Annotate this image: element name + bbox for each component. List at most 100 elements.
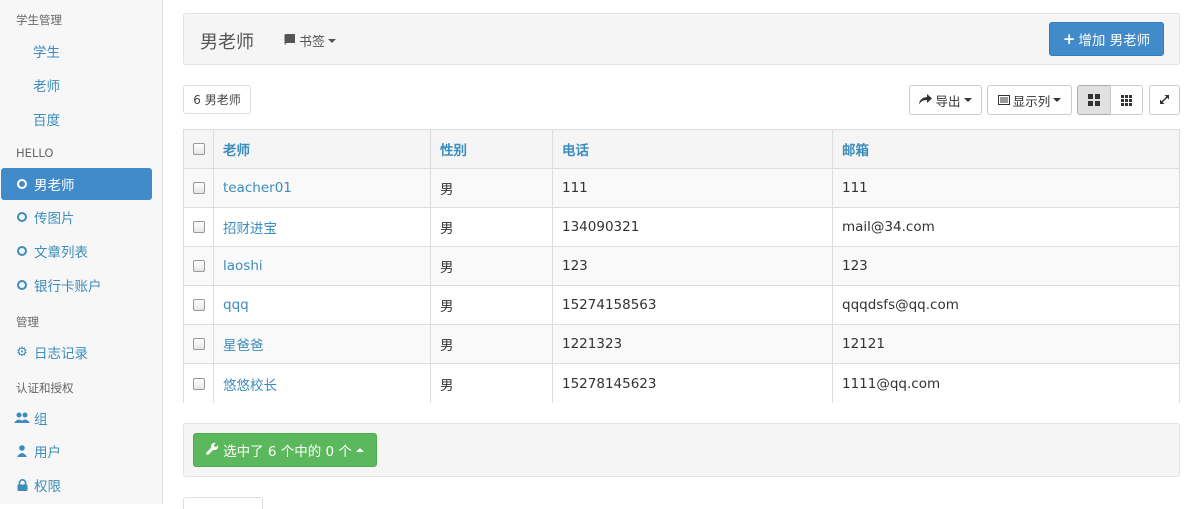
page-title: 男老师 [200, 32, 254, 53]
expand-icon [1159, 93, 1170, 108]
table-row: teacher01 男 111 111 [184, 169, 1179, 208]
phone-cell: 111 [553, 169, 833, 207]
sidebar-item-label: 用户 [34, 445, 61, 461]
circle-icon [14, 280, 30, 290]
table-header-row: 老师 性别 电话 邮箱 [184, 130, 1179, 169]
row-checkbox[interactable] [192, 338, 205, 350]
teacher-link[interactable]: 星爸爸 [223, 334, 264, 354]
pagination-box [183, 497, 263, 509]
column-header-teacher[interactable]: 老师 [214, 130, 431, 168]
column-header-email[interactable]: 邮箱 [833, 130, 1179, 168]
table-row: 星爸爸 男 1221323 12121 [184, 325, 1179, 364]
compact-view-button[interactable] [1110, 85, 1143, 115]
caret-down-icon [963, 98, 972, 102]
phone-cell: 15278145623 [553, 364, 833, 403]
gender-cell: 男 [431, 364, 553, 403]
phone-cell: 1221323 [553, 325, 833, 363]
bookmark-dropdown[interactable]: 书签 [284, 31, 337, 50]
email-cell: mail@34.com [842, 219, 935, 235]
export-label: 导出 [935, 93, 961, 109]
circle-icon [14, 212, 30, 222]
email-cell: 111 [842, 180, 868, 196]
bookmark-label: 书签 [299, 35, 326, 50]
sidebar-item-label: 传图片 [34, 211, 75, 227]
sidebar-item-baidu[interactable]: 百度 [33, 109, 60, 129]
sidebar-item-upload-images[interactable]: 传图片 [1, 201, 152, 233]
sidebar-item-bank-accounts[interactable]: 银行卡账户 [1, 269, 152, 301]
teacher-link[interactable]: 悠悠校长 [223, 374, 277, 394]
caret-up-icon [355, 448, 364, 452]
section-students: 学生管理 [16, 13, 62, 27]
sidebar-item-articles[interactable]: 文章列表 [1, 235, 152, 267]
sidebar: 学生管理 学生 老师 百度 HELLO 男老师 传图片 文章列表 银行卡账户 管… [0, 0, 163, 504]
grid-large-icon [1088, 94, 1100, 106]
sidebar-item-teachers[interactable]: 老师 [33, 75, 60, 95]
row-checkbox[interactable] [192, 182, 205, 194]
gear-icon: ⚙ [16, 344, 28, 360]
add-male-teacher-button[interactable]: + 增加 男老师 [1049, 22, 1164, 56]
book-icon [284, 33, 296, 48]
email-cell: 1111@qq.com [842, 375, 941, 392]
caret-down-icon [1053, 98, 1062, 102]
sidebar-item-permissions[interactable]: 权限 [1, 469, 152, 501]
table-row: laoshi 男 123 123 [184, 247, 1179, 286]
sidebar-item-label: 文章列表 [34, 245, 88, 261]
lock-icon [14, 479, 30, 491]
teacher-link[interactable]: laoshi [223, 258, 263, 274]
sidebar-item-students[interactable]: 学生 [33, 41, 60, 61]
table-row: 招财进宝 男 134090321 mail@34.com [184, 208, 1179, 247]
gender-cell: 男 [431, 208, 553, 246]
gender-cell: 男 [431, 169, 553, 207]
sidebar-item-label: 权限 [34, 479, 61, 495]
phone-cell: 123 [553, 247, 833, 285]
caret-down-icon [328, 38, 337, 43]
row-checkbox[interactable] [192, 377, 205, 390]
teachers-table: 老师 性别 电话 邮箱 teacher01 男 111 111 招财进宝 男 1… [183, 129, 1180, 403]
export-button[interactable]: 导出 [909, 85, 982, 115]
sidebar-item-label: 银行卡账户 [34, 279, 102, 295]
row-checkbox[interactable] [192, 221, 205, 233]
users-icon [14, 412, 30, 424]
email-cell: 12121 [842, 336, 885, 352]
add-button-label: 增加 男老师 [1078, 33, 1151, 49]
grid-view-button[interactable] [1077, 85, 1111, 115]
table-row: qqq 男 15274158563 qqqdsfs@qq.com [184, 286, 1179, 325]
result-count: 6 男老师 [183, 85, 251, 114]
sidebar-item-logs[interactable]: ⚙ 日志记录 [1, 336, 152, 368]
section-manage: 管理 [16, 315, 39, 329]
actions-bar: 选中了 6 个中的 0 个 [183, 423, 1180, 477]
share-icon [919, 93, 933, 108]
selection-label: 选中了 6 个中的 0 个 [223, 444, 352, 460]
column-header-gender[interactable]: 性别 [431, 130, 553, 168]
selection-actions-button[interactable]: 选中了 6 个中的 0 个 [193, 433, 377, 467]
sidebar-item-label: 日志记录 [34, 346, 88, 362]
circle-icon [14, 246, 30, 256]
gender-cell: 男 [431, 286, 553, 324]
wrench-icon [206, 442, 219, 459]
gender-cell: 男 [431, 247, 553, 285]
column-header-phone[interactable]: 电话 [553, 130, 833, 168]
email-cell: qqqdsfs@qq.com [842, 297, 959, 313]
plus-icon: + [1062, 30, 1076, 48]
fullscreen-button[interactable] [1149, 85, 1180, 115]
row-checkbox[interactable] [192, 299, 205, 311]
teacher-link[interactable]: 招财进宝 [223, 217, 277, 237]
row-checkbox[interactable] [192, 260, 205, 272]
columns-label: 显示列 [1012, 93, 1051, 109]
teacher-link[interactable]: teacher01 [223, 180, 292, 196]
sidebar-item-male-teachers[interactable]: 男老师 [1, 168, 152, 200]
grid-small-icon [1121, 94, 1132, 106]
sidebar-item-label: 组 [34, 412, 48, 428]
select-all-checkbox[interactable] [192, 143, 205, 155]
phone-cell: 15274158563 [553, 286, 833, 324]
table-row: 悠悠校长 男 15278145623 1111@qq.com [184, 364, 1179, 403]
section-auth: 认证和授权 [16, 381, 74, 395]
phone-cell: 134090321 [553, 208, 833, 246]
sidebar-item-label: 男老师 [34, 178, 75, 194]
sidebar-item-users[interactable]: 用户 [1, 435, 152, 467]
sidebar-item-groups[interactable]: 组 [1, 402, 152, 434]
page-header: 男老师 书签 + 增加 男老师 [183, 13, 1180, 65]
user-icon [14, 445, 30, 457]
teacher-link[interactable]: qqq [223, 297, 249, 313]
columns-button[interactable]: 显示列 [987, 85, 1072, 115]
